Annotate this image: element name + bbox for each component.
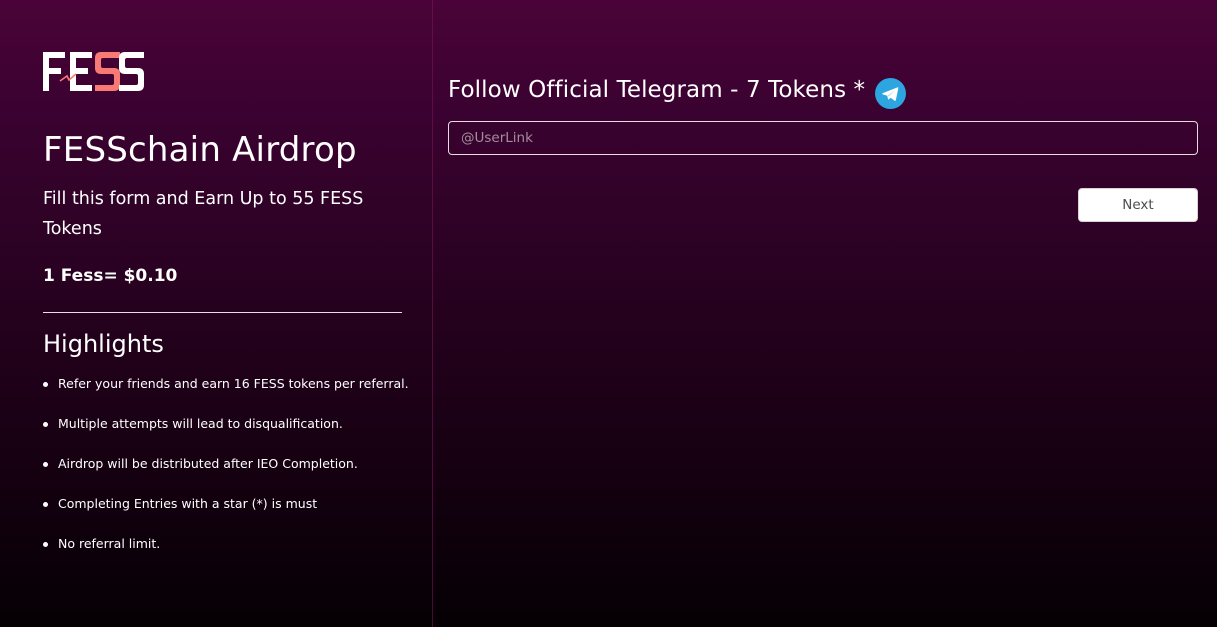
highlight-item: No referral limit. — [43, 534, 409, 574]
fess-logo — [43, 50, 145, 94]
highlight-item: Multiple attempts will lead to disqualif… — [43, 414, 409, 454]
telegram-username-input[interactable] — [448, 121, 1198, 155]
section-divider — [43, 312, 402, 313]
highlight-item: Refer your friends and earn 16 FESS toke… — [43, 374, 409, 414]
highlights-heading: Highlights — [43, 330, 164, 358]
field-label-row: Follow Official Telegram - 7 Tokens * — [448, 72, 907, 109]
telegram-field-label: Follow Official Telegram - 7 Tokens * — [448, 77, 866, 103]
page-title: FESSchain Airdrop — [43, 130, 357, 170]
highlights-list: Refer your friends and earn 16 FESS toke… — [43, 374, 409, 574]
page-subtitle: Fill this form and Earn Up to 55 FESS To… — [43, 189, 364, 239]
highlight-item: Airdrop will be distributed after IEO Co… — [43, 454, 409, 494]
column-divider — [432, 0, 433, 627]
token-price: 1 Fess= $0.10 — [43, 266, 178, 286]
highlight-item: Completing Entries with a star (*) is mu… — [43, 494, 409, 534]
next-button[interactable]: Next — [1078, 188, 1198, 222]
telegram-icon — [875, 77, 907, 109]
